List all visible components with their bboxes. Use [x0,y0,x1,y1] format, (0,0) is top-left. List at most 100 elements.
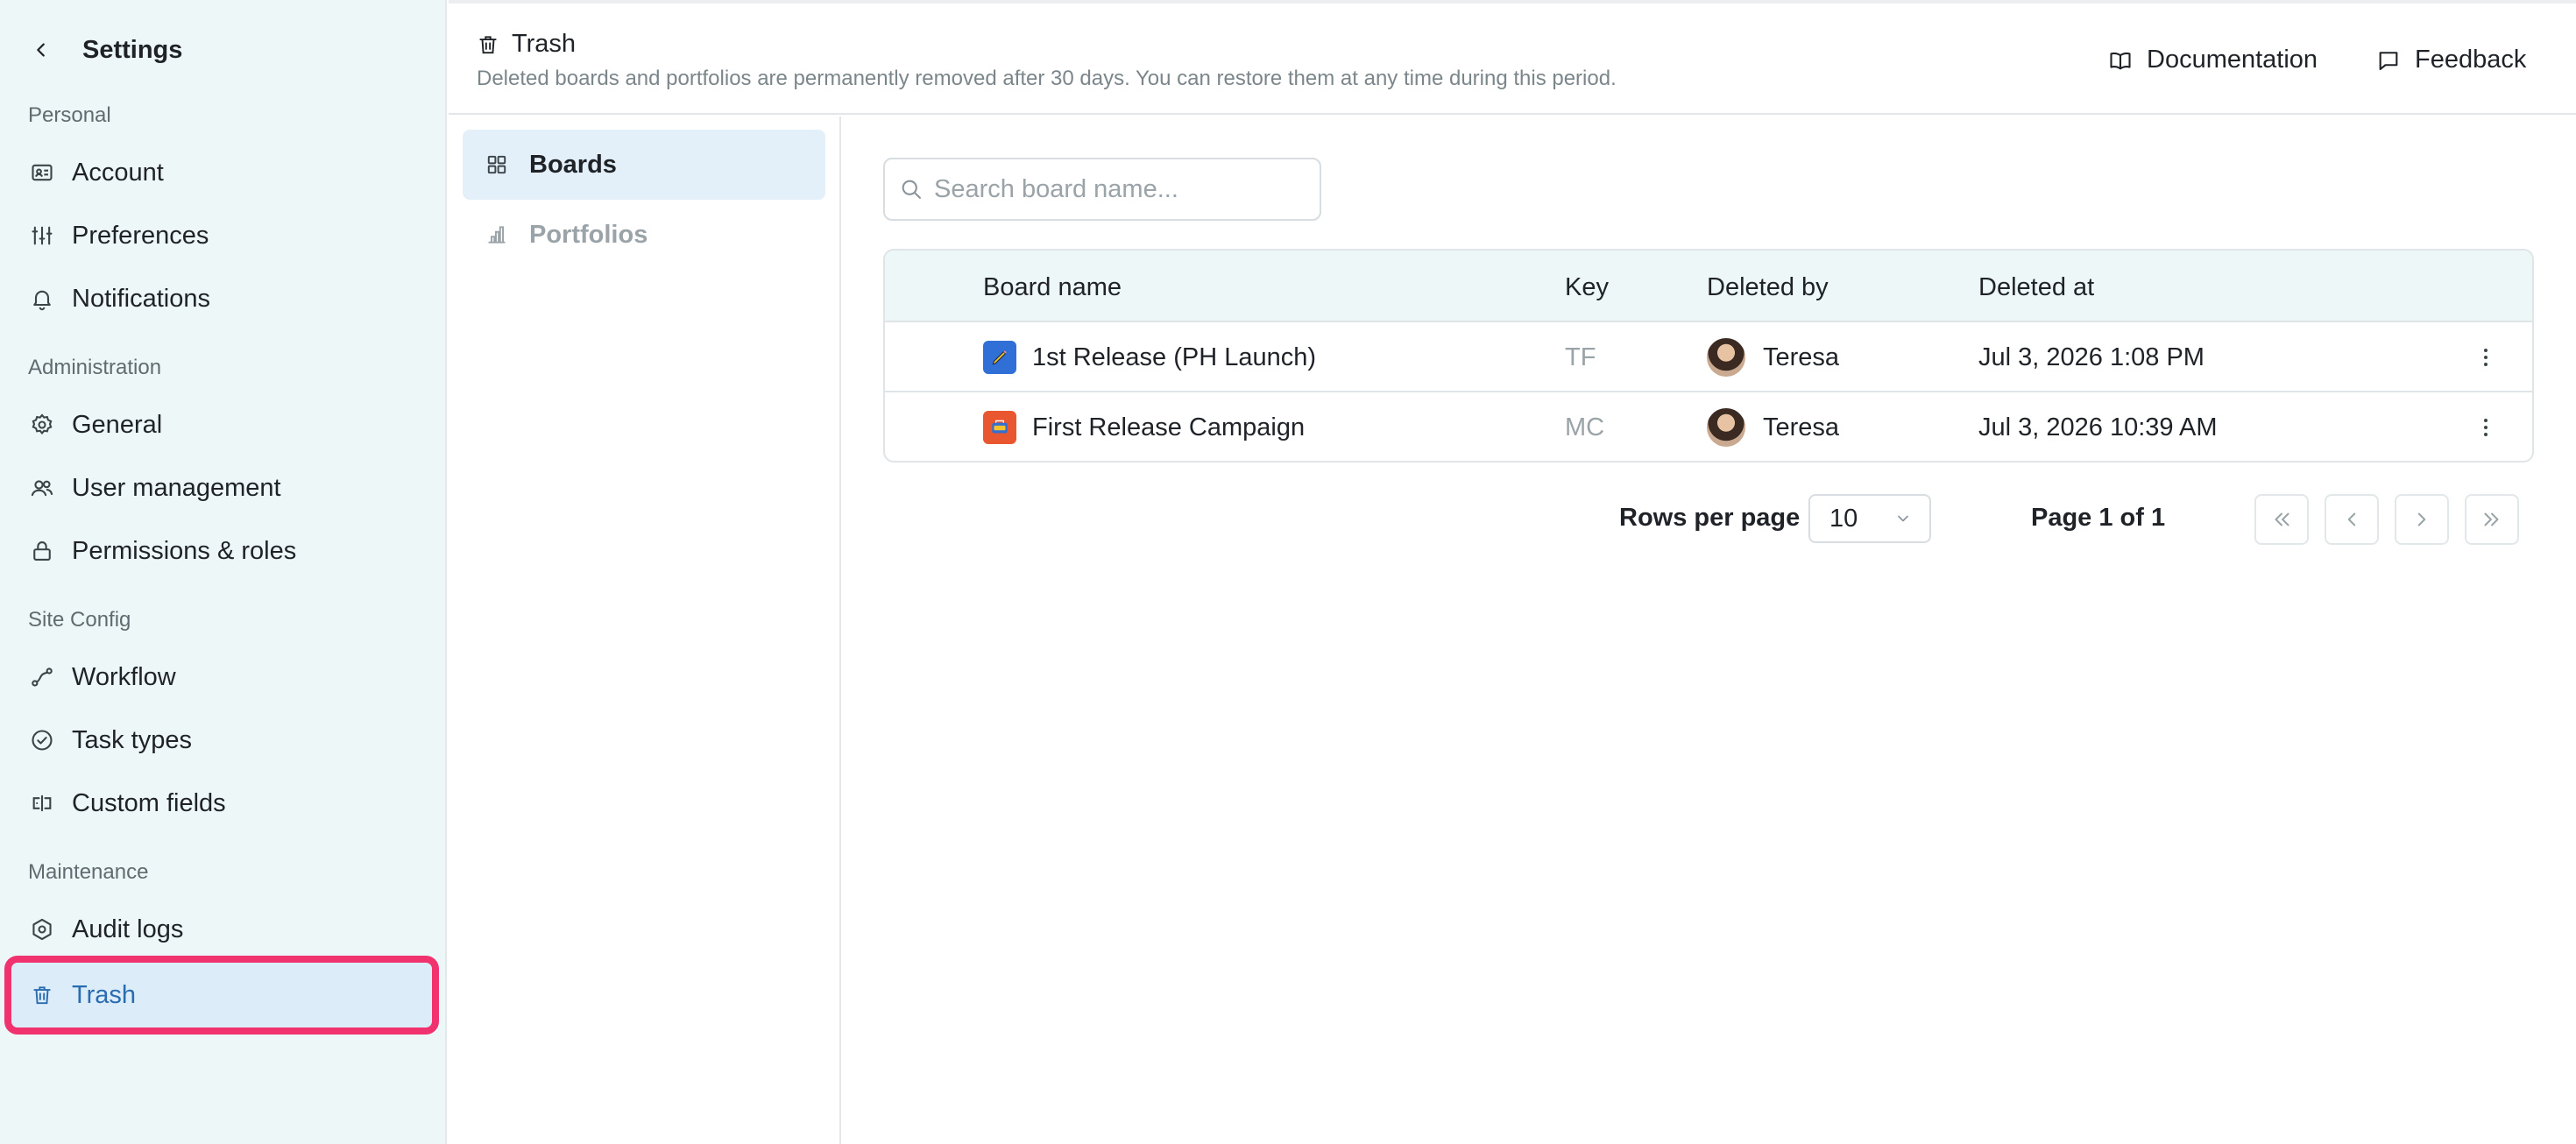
sidebar-item-label: Account [72,158,164,187]
chevron-down-icon [1894,510,1912,527]
column-header-deleted-at[interactable]: Deleted at [1978,273,2094,302]
page-title: Trash [477,30,576,59]
documentation-link[interactable]: Documentation [2108,46,2318,74]
sidebar-item-label: User management [72,473,281,502]
more-options-icon[interactable] [2473,410,2499,445]
bell-icon [28,285,56,313]
workflow-icon [28,663,56,691]
sidebar-item-label: General [72,410,163,439]
sidebar-item-permissions-roles[interactable]: Permissions & roles [11,520,433,582]
board-key: MC [1565,413,1605,441]
feedback-label: Feedback [2415,46,2527,74]
rows-per-page-label: Rows per page [1619,504,1801,532]
pencil-board-icon [983,341,1016,374]
sidebar-item-account[interactable]: Account [11,142,433,203]
settings-sidebar: Settings Personal Account Preferences No… [0,0,447,1144]
last-page-button[interactable] [2465,494,2519,545]
chevrons-right-icon [2480,508,2503,531]
column-header-deleted-by[interactable]: Deleted by [1707,273,1829,302]
deleted-by-name: Teresa [1763,342,1840,371]
custom-field-icon [28,789,56,817]
check-circle-icon [28,726,56,754]
rows-per-page-value: 10 [1829,504,1858,533]
row-actions [2473,322,2499,392]
sidebar-item-label: Notifications [72,284,210,313]
more-options-icon[interactable] [2473,340,2499,375]
column-header-board-name[interactable]: Board name [983,273,1122,302]
trash-icon [28,981,56,1009]
lock-icon [28,537,56,565]
sidebar-item-label: Preferences [72,221,209,250]
column-header-key[interactable]: Key [1565,273,1609,302]
tab-label: Boards [529,150,617,179]
feedback-link[interactable]: Feedback [2376,46,2526,74]
previous-page-button[interactable] [2325,494,2379,545]
sidebar-item-label: Task types [72,725,192,754]
board-key: TF [1565,342,1596,371]
bar-chart-icon [485,223,508,246]
chevron-left-icon [2340,508,2363,531]
section-label-personal: Personal [28,103,111,127]
search-box [883,158,1321,221]
book-icon [2108,48,2133,73]
sidebar-item-workflow[interactable]: Workflow [11,646,433,708]
sidebar-title: Settings [82,35,183,64]
sidebar-item-label: Permissions & roles [72,536,297,565]
users-icon [28,474,56,502]
sidebar-item-general[interactable]: General [11,394,433,455]
sliders-icon [28,222,56,250]
page-header: Trash Deleted boards and portfolios are … [449,0,2576,115]
sidebar-item-user-management[interactable]: User management [11,457,433,519]
deleted-by-cell: Teresa [1707,322,1839,392]
sidebar-item-label: Custom fields [72,788,226,817]
section-label-site-config: Site Config [28,608,131,632]
campaign-board-icon [983,411,1016,444]
sidebar-item-label: Workflow [72,662,176,691]
tab-label: Portfolios [529,220,648,249]
section-label-administration: Administration [28,356,162,379]
documentation-label: Documentation [2147,46,2318,74]
sidebar-item-trash[interactable]: Trash [4,956,439,1035]
chevrons-left-icon [2270,508,2293,531]
chevron-right-icon [2410,508,2433,531]
message-icon [2376,48,2401,73]
deleted-at: Jul 3, 2026 1:08 PM [1978,342,2204,371]
row-actions [2473,392,2499,461]
id-card-icon [28,159,56,187]
trash-subnav: Boards Portfolios [449,117,841,1144]
gear-icon [28,411,56,439]
page-indicator: Page 1 of 1 [2031,504,2166,532]
trash-icon [477,33,499,56]
board-name: First Release Campaign [1032,413,1306,441]
grid-icon [485,153,508,176]
tab-boards[interactable]: Boards [463,130,825,200]
deleted-boards-table: Board name Key Deleted by Deleted at 1st… [883,249,2534,463]
sidebar-item-preferences[interactable]: Preferences [11,205,433,266]
sidebar-item-audit-logs[interactable]: Audit logs [11,899,433,960]
sidebar-item-custom-fields[interactable]: Custom fields [11,773,433,834]
table-row[interactable]: 1st Release (PH Launch) TF Teresa Jul 3,… [885,322,2532,392]
search-icon [899,177,924,201]
sidebar-item-task-types[interactable]: Task types [11,710,433,771]
rows-per-page-select[interactable]: 10 [1808,494,1931,543]
avatar [1707,408,1745,447]
deleted-by-name: Teresa [1763,413,1840,441]
page-subtitle: Deleted boards and portfolios are perman… [477,67,1617,90]
sidebar-item-notifications[interactable]: Notifications [11,268,433,329]
table-header: Board name Key Deleted by Deleted at [885,251,2532,322]
back-icon[interactable] [26,35,56,65]
sidebar-item-label: Trash [72,980,137,1009]
board-name-cell: First Release Campaign [983,392,1306,461]
tab-portfolios[interactable]: Portfolios [463,200,825,270]
sidebar-item-label: Audit logs [72,914,184,943]
deleted-at: Jul 3, 2026 10:39 AM [1978,413,2218,441]
table-row[interactable]: First Release Campaign MC Teresa Jul 3, … [885,392,2532,461]
sidebar-header: Settings [26,35,182,65]
first-page-button[interactable] [2254,494,2309,545]
section-label-maintenance: Maintenance [28,860,149,884]
page-title-text: Trash [512,30,577,58]
search-input[interactable] [934,174,1302,204]
hexagon-icon [28,915,56,943]
avatar [1707,338,1745,377]
next-page-button[interactable] [2395,494,2449,545]
